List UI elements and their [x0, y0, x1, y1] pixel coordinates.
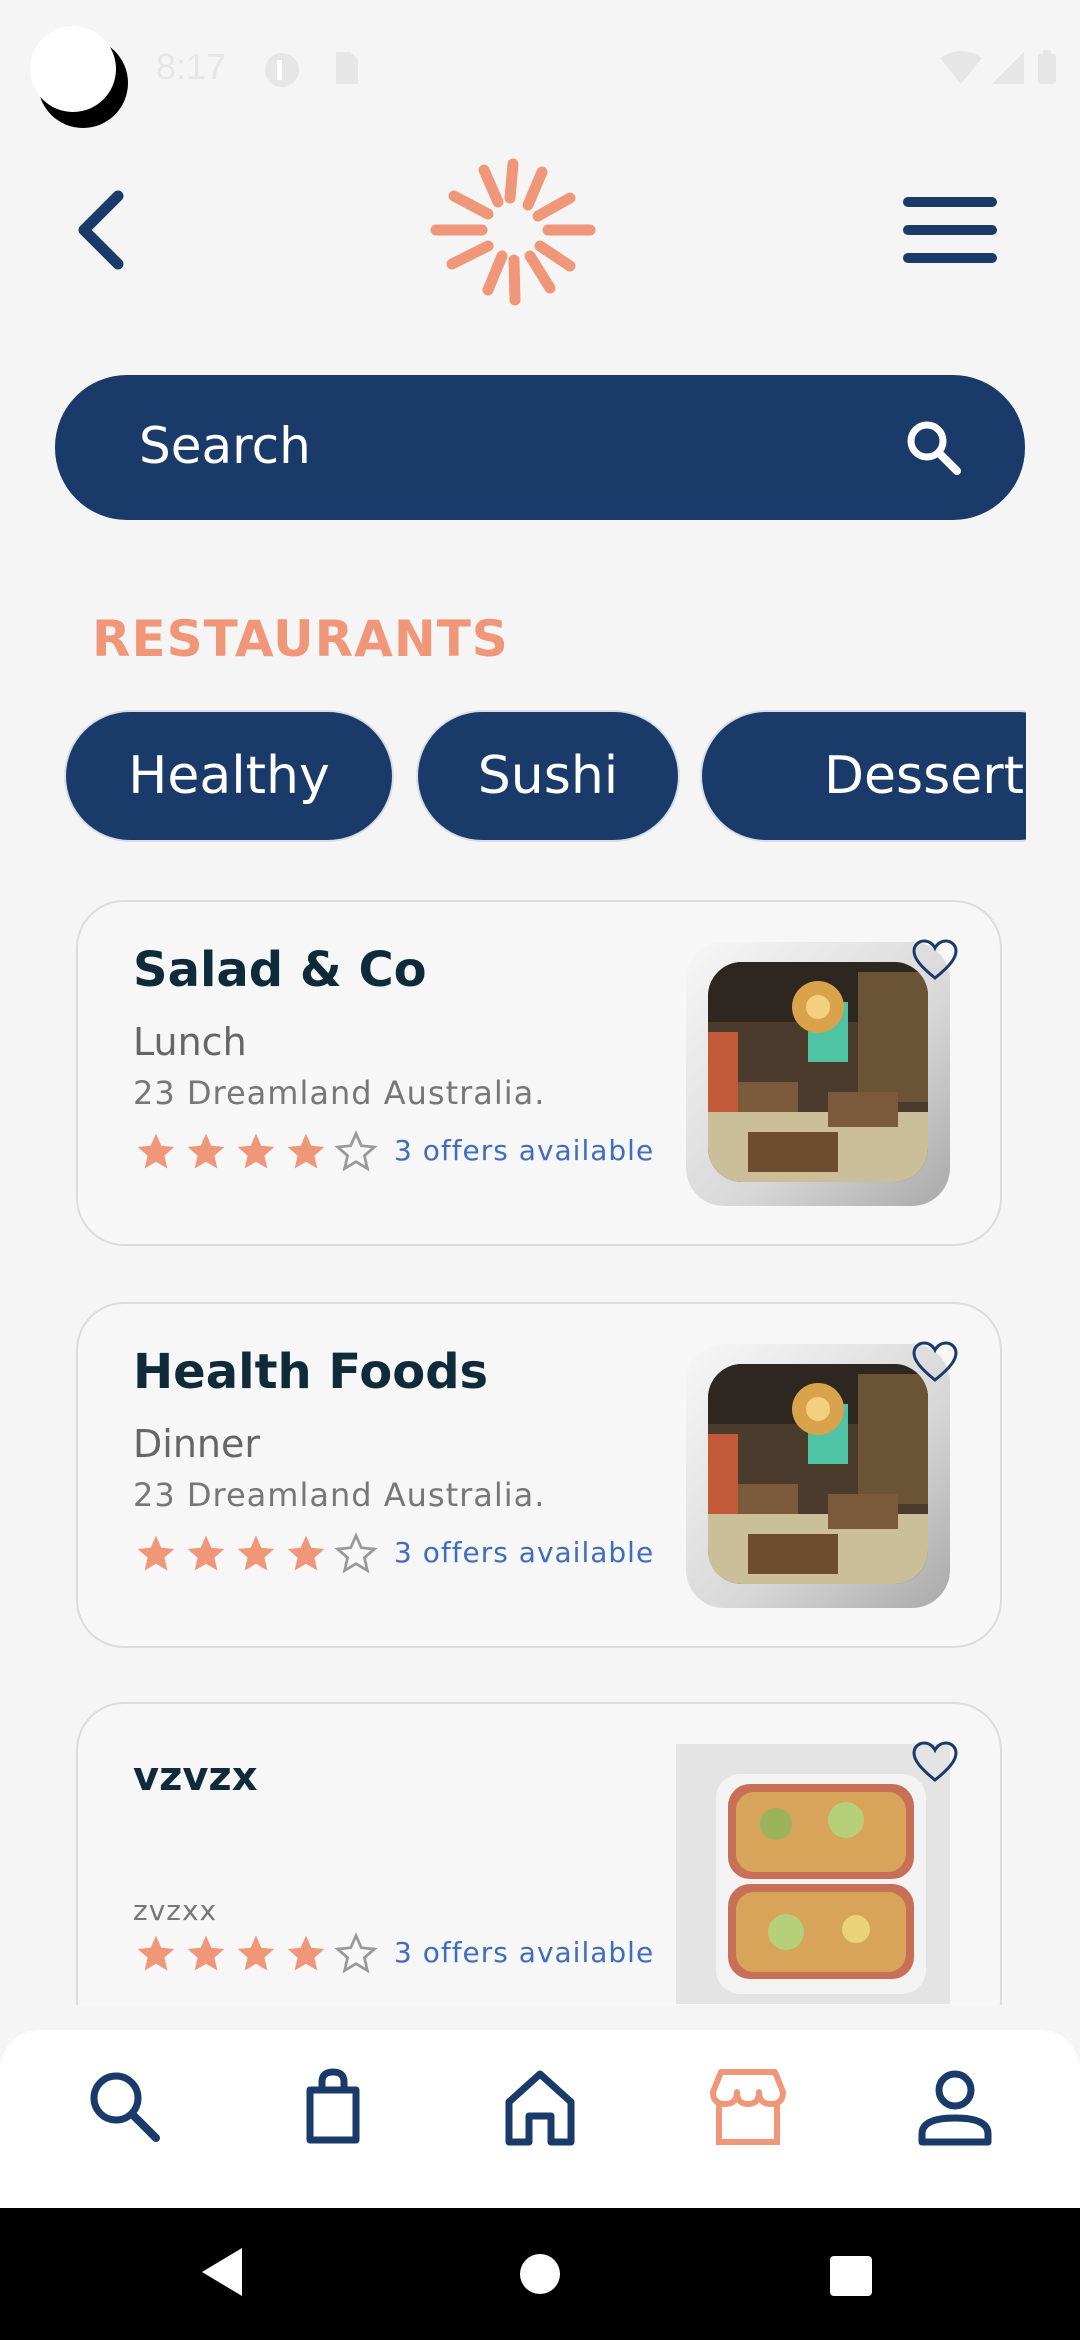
- restaurant-name: Salad & Co: [133, 942, 427, 998]
- restaurant-card[interactable]: vzvzx zvzxx 3 offers available: [76, 1702, 1002, 2005]
- star-filled-icon: [187, 1535, 225, 1571]
- restaurant-card[interactable]: Salad & Co Lunch 23 Dreamland Australia.…: [76, 900, 1002, 1246]
- restaurant-list: Salad & Co Lunch 23 Dreamland Australia.…: [0, 890, 1080, 2005]
- heart-favorite-icon[interactable]: [910, 1340, 960, 1384]
- sim-icon: [336, 52, 358, 84]
- star-filled-icon: [237, 1133, 275, 1169]
- star-filled-icon: [287, 1535, 325, 1571]
- category-chips: Healthy Sushi Desserts: [62, 710, 1026, 845]
- chip-desserts[interactable]: Desserts: [702, 712, 1026, 840]
- moon-icon: [30, 26, 128, 128]
- wifi-icon: [940, 51, 982, 84]
- restaurant-address: 23 Dreamland Australia.: [133, 1074, 546, 1112]
- restaurant-name: Health Foods: [133, 1344, 489, 1400]
- star-filled-icon: [137, 1133, 175, 1169]
- offers-link[interactable]: 3 offers available: [394, 1134, 654, 1167]
- restaurant-name: vzvzx: [133, 1754, 258, 1800]
- meal-prep-image: [676, 1744, 950, 2004]
- star-rating: [134, 1130, 378, 1174]
- offers-link[interactable]: 3 offers available: [394, 1936, 654, 1969]
- star-filled-icon: [137, 1535, 175, 1571]
- heart-favorite-icon[interactable]: [910, 1740, 960, 1784]
- star-empty-icon: [334, 1932, 378, 1974]
- system-navigation-bar: [0, 2208, 1080, 2340]
- system-back-icon[interactable]: [200, 2246, 244, 2298]
- status-time: 8:17: [156, 46, 227, 87]
- battery-icon: [1038, 50, 1056, 84]
- section-title: RESTAURANTS: [92, 610, 509, 668]
- signal-icon: [992, 52, 1024, 84]
- search-icon[interactable]: [905, 419, 961, 475]
- restaurant-category: Dinner: [133, 1422, 260, 1466]
- star-rating: [134, 1932, 378, 1976]
- star-filled-icon: [187, 1935, 225, 1971]
- restaurant-address: 23 Dreamland Australia.: [133, 1476, 546, 1514]
- star-filled-icon: [237, 1935, 275, 1971]
- profile-icon[interactable]: [910, 2062, 1000, 2152]
- system-home-icon[interactable]: [520, 2254, 560, 2294]
- search-icon[interactable]: [80, 2062, 170, 2152]
- star-filled-icon: [137, 1935, 175, 1971]
- star-filled-icon: [287, 1935, 325, 1971]
- restaurant-address: zvzxx: [133, 1894, 218, 1927]
- back-arrow-icon[interactable]: [70, 188, 140, 272]
- store-icon[interactable]: [703, 2062, 793, 2152]
- home-icon[interactable]: [495, 2062, 585, 2152]
- restaurant-image: [708, 962, 928, 1182]
- system-recents-icon[interactable]: [830, 2256, 872, 2296]
- chip-sushi[interactable]: Sushi: [418, 712, 678, 840]
- star-empty-icon: [334, 1532, 378, 1574]
- restaurant-category: Lunch: [133, 1020, 247, 1064]
- restaurant-image: [708, 1364, 928, 1584]
- bottom-navigation: [0, 2030, 1080, 2208]
- app-header: [0, 150, 1080, 310]
- search-input[interactable]: Search: [139, 417, 311, 475]
- notification-icon: [265, 53, 299, 87]
- star-empty-icon: [334, 1130, 378, 1172]
- star-filled-icon: [187, 1133, 225, 1169]
- restaurant-card[interactable]: Health Foods Dinner 23 Dreamland Austral…: [76, 1302, 1002, 1648]
- chip-healthy[interactable]: Healthy: [66, 712, 392, 840]
- star-filled-icon: [287, 1133, 325, 1169]
- status-bar: 8:17: [0, 0, 1080, 140]
- sunburst-logo-icon: [430, 158, 596, 306]
- heart-favorite-icon[interactable]: [910, 938, 960, 982]
- offers-link[interactable]: 3 offers available: [394, 1536, 654, 1569]
- search-bar[interactable]: Search: [55, 375, 1025, 520]
- hamburger-menu-icon[interactable]: [902, 196, 998, 264]
- bag-icon[interactable]: [288, 2062, 378, 2152]
- star-filled-icon: [237, 1535, 275, 1571]
- star-rating: [134, 1532, 378, 1576]
